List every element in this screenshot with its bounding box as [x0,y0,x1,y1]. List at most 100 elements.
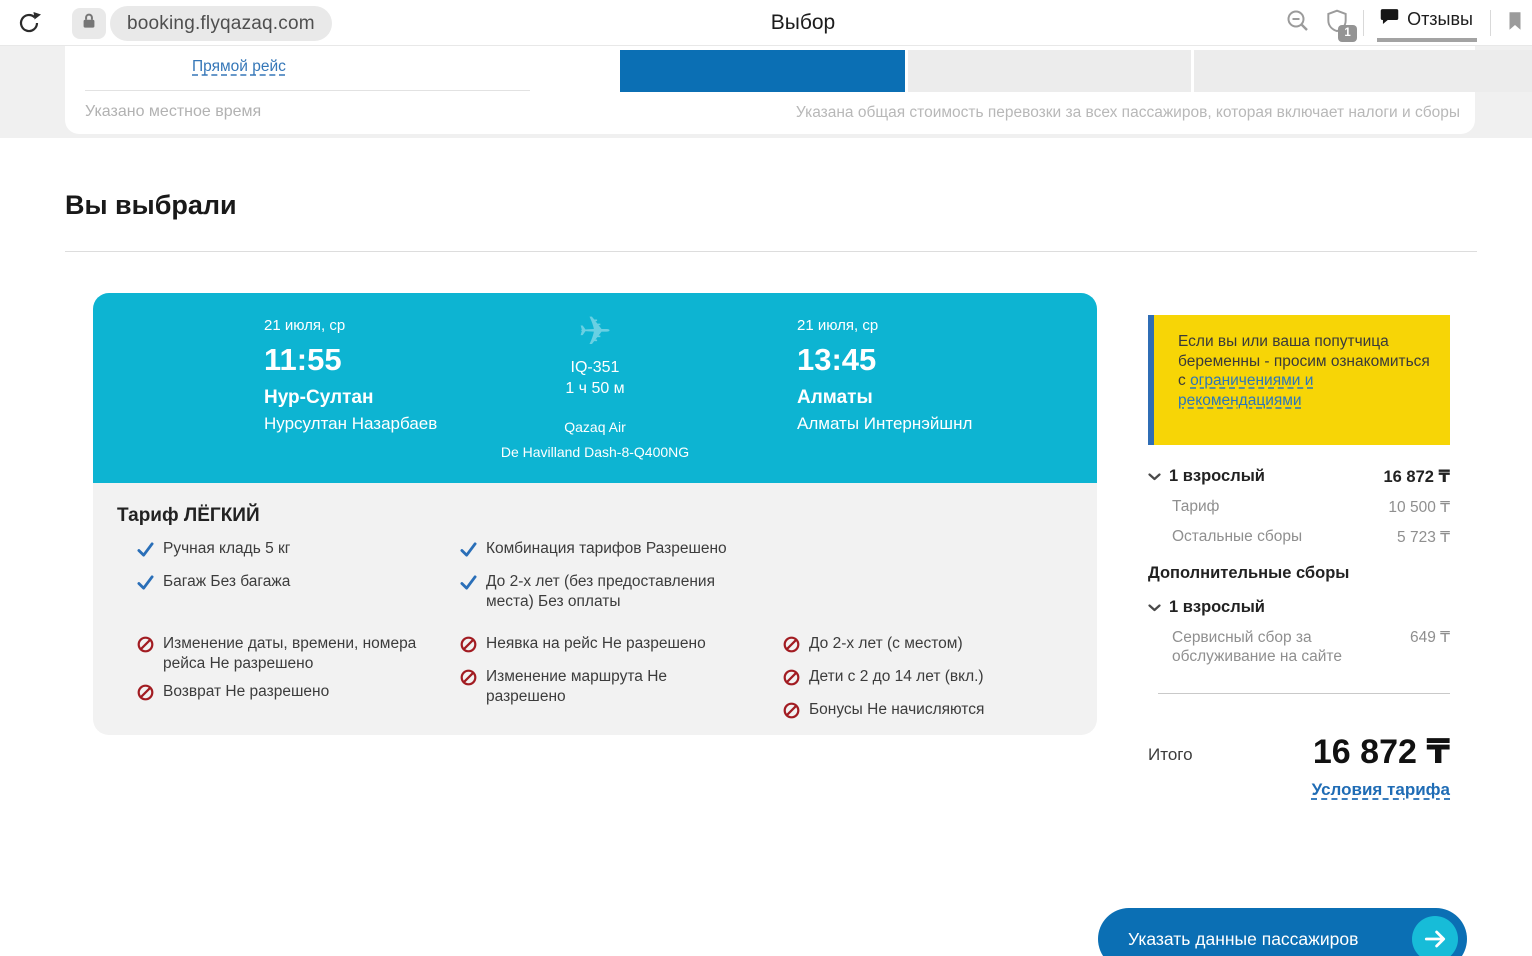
fare-price-value: 10 500 ₸ [1388,498,1450,517]
fare-restricted-label: Возврат Не разрешено [163,682,329,702]
fare-restricted-item: Изменение маршрута Не разрешено [460,667,735,707]
total-value: 16 872 ₸ [1313,732,1450,772]
check-icon [137,572,154,597]
fare-restricted-item: Изменение даты, времени, номера рейса Не… [137,634,417,674]
fare-included-label: Багаж Без багажа [163,572,290,592]
arrow-right-icon [1412,916,1458,956]
airline-name: Qazaq Air [485,419,705,435]
page: booking.flyqazaq.com Выбор [0,0,1532,956]
flight-number: IQ-351 [485,359,705,377]
passenger-summary-row[interactable]: 1 взрослый 16 872 ₸ [1148,467,1450,487]
selected-flight-card: 21 июля, ср 11:55 Нур-Султан Нурсултан Н… [93,293,1097,735]
ban-icon [460,634,477,659]
other-fees-row: Остальные сборы 5 723 ₸ [1148,528,1450,547]
reload-icon [15,24,43,41]
arrival-block: 21 июля, ср 13:45 Алматы Алматы Интернэй… [797,317,972,434]
url-field[interactable]: booking.flyqazaq.com [110,6,332,41]
fare-restricted-item: Неявка на рейс Не разрешено [460,634,735,659]
feedback-label: Отзывы [1407,9,1473,30]
price-sidebar: Если вы или ваша попутчица беременны - п… [1148,315,1450,800]
fare-conditions: Условия тарифа [1148,780,1450,800]
bookmark-button[interactable] [1504,9,1526,38]
plane-icon: ✈ [485,309,705,355]
passenger-total: 16 872 ₸ [1383,467,1450,487]
check-icon [137,539,154,564]
fare-section: Тариф ЛЁГКИЙ Ручная кладь 5 кг Багаж Без… [93,483,1097,735]
departure-time: 11:55 [264,342,437,378]
fare-included-item: До 2-х лет (без предоставления места) Бе… [460,572,755,612]
fare-restricted-column-1: Изменение даты, времени, номера рейса Не… [137,634,417,707]
departure-city: Нур-Султан [264,387,437,409]
departure-date: 21 июля, ср [264,317,437,334]
fare-restricted-column-3: До 2-х лет (с местом) Дети с 2 до 14 лет… [783,634,984,725]
page-heading-chrome: Выбор [640,11,966,35]
arrival-time: 13:45 [797,342,972,378]
direct-flight-link[interactable]: Прямой рейс [192,58,286,76]
chevron-down-icon [1148,598,1161,617]
fare-price-row: Тариф 10 500 ₸ [1148,498,1450,517]
url-text: booking.flyqazaq.com [127,13,315,35]
security-chip[interactable] [72,8,106,39]
fare-conditions-link[interactable]: Условия тарифа [1312,780,1450,799]
check-icon [460,572,477,597]
service-fee-label: Сервисный сбор за обслуживание на сайте [1172,628,1372,666]
reload-button[interactable] [15,9,43,37]
shield-button[interactable]: 1 [1324,8,1350,39]
check-icon [460,539,477,564]
lock-icon [79,11,99,36]
flight-info-block: ✈ IQ-351 1 ч 50 м Qazaq Air De Havilland… [485,309,705,460]
browser-chrome: booking.flyqazaq.com Выбор [0,0,1532,46]
fare-included-item: Багаж Без багажа [137,572,290,597]
ban-icon [783,700,800,725]
fare-included-label: Ручная кладь 5 кг [163,539,290,559]
fare-title: Тариф ЛЁГКИЙ [117,505,260,527]
zoom-out-icon [1285,8,1311,39]
price-summary: 1 взрослый 16 872 ₸ Тариф 10 500 ₸ Остал… [1148,467,1450,800]
arrival-date: 21 июля, ср [797,317,972,334]
divider [65,251,1477,252]
other-fees-label: Остальные сборы [1172,528,1302,546]
pregnancy-notice: Если вы или ваша попутчица беременны - п… [1148,315,1450,445]
feedback-icon [1379,6,1400,32]
progress-step-current [620,50,905,92]
fare-restricted-label: Бонусы Не начисляются [809,700,984,720]
fare-price-label: Тариф [1172,498,1219,516]
fare-included-column-1: Ручная кладь 5 кг Багаж Без багажа [137,539,290,597]
fare-restricted-label: Дети с 2 до 14 лет (вкл.) [809,667,984,687]
fare-restricted-item: Бонусы Не начисляются [783,700,984,725]
departure-block: 21 июля, ср 11:55 Нур-Султан Нурсултан Н… [264,317,437,434]
aircraft-type: De Havilland Dash-8-Q400NG [485,444,705,460]
page-title: Вы выбрали [65,190,237,221]
feedback-button[interactable]: Отзывы [1377,4,1477,42]
zoom-out-button[interactable] [1285,8,1311,39]
service-fee-row: Сервисный сбор за обслуживание на сайте … [1148,628,1450,666]
ban-icon [137,682,154,707]
arrival-city: Алматы [797,387,972,409]
departure-airport: Нурсултан Назарбаев [264,413,437,434]
local-time-note: Указано местное время [85,103,261,121]
fare-restricted-column-2: Неявка на рейс Не разрешено Изменение ма… [460,634,735,707]
other-fees-value: 5 723 ₸ [1397,528,1450,547]
fare-included-label: Комбинация тарифов Разрешено [486,539,727,559]
fare-restricted-label: Изменение маршрута Не разрешено [486,667,735,707]
additional-passenger-label: 1 взрослый [1169,598,1265,617]
fare-restricted-item: Дети с 2 до 14 лет (вкл.) [783,667,984,692]
fare-restricted-item: Возврат Не разрешено [137,682,417,707]
fare-restricted-label: Неявка на рейс Не разрешено [486,634,706,654]
passenger-details-button[interactable]: Указать данные пассажиров [1098,908,1467,956]
ban-icon [137,634,154,659]
total-label: Итого [1148,732,1193,772]
notice-restrictions-link[interactable]: ограничениями и рекомендациями [1178,372,1313,409]
flight-duration: 1 ч 50 м [485,380,705,398]
ban-icon [460,667,477,692]
ban-icon [783,667,800,692]
fare-restricted-item: До 2-х лет (с местом) [783,634,984,659]
chevron-down-icon [1148,467,1161,486]
divider [85,90,530,91]
progress-step-next [908,50,1191,92]
bookmark-icon [1504,9,1526,38]
flight-header: 21 июля, ср 11:55 Нур-Султан Нурсултан Н… [93,293,1097,483]
fare-restricted-label: Изменение даты, времени, номера рейса Не… [163,634,417,674]
service-fee-value: 649 ₸ [1410,628,1450,647]
additional-passenger-row[interactable]: 1 взрослый [1148,598,1450,617]
